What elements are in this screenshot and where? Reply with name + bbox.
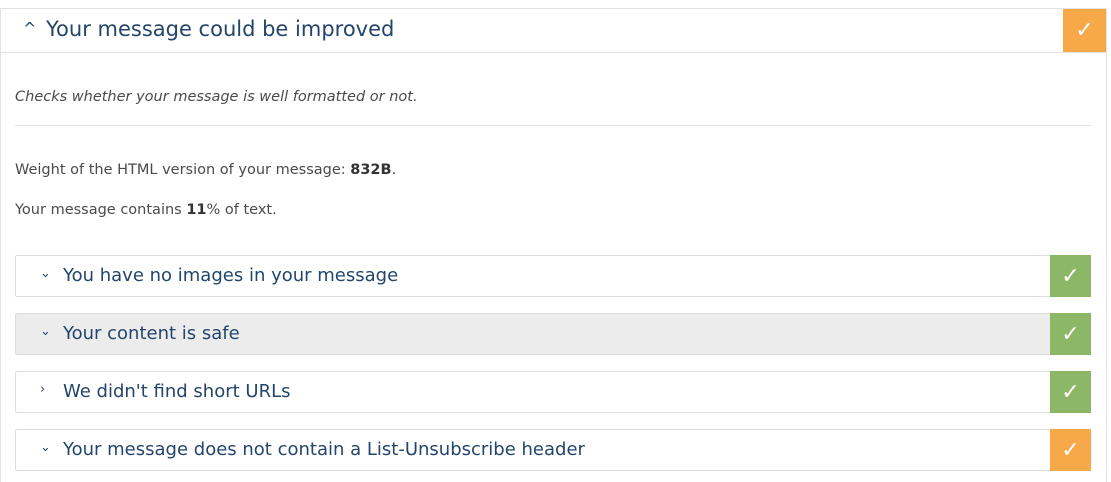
divider: [15, 125, 1091, 126]
check-row-short-urls[interactable]: › We didn't find short URLs ✓: [15, 371, 1091, 413]
chevron-up-icon[interactable]: ^: [23, 19, 36, 38]
checkmark-icon: ✓: [1061, 263, 1080, 289]
warning-status-badge: ✓: [1050, 429, 1091, 471]
chevron-down-icon[interactable]: ⌄: [40, 440, 51, 455]
check-row-list-unsubscribe[interactable]: ⌄ Your message does not contain a List-U…: [15, 429, 1091, 471]
check-row-images[interactable]: ⌄ You have no images in your message ✓: [15, 255, 1091, 297]
warning-status-badge: ✓: [1063, 9, 1106, 52]
success-status-badge: ✓: [1050, 255, 1091, 297]
panel-header[interactable]: ^ Your message could be improved ✓: [1, 9, 1106, 53]
success-status-badge: ✓: [1050, 313, 1091, 355]
check-row-content-safe[interactable]: ⌄ Your content is safe ✓: [15, 313, 1091, 355]
panel-description: Checks whether your message is well form…: [15, 89, 418, 105]
checkmark-icon: ✓: [1061, 321, 1080, 347]
html-weight-info: Weight of the HTML version of your messa…: [15, 162, 397, 178]
checkmark-icon: ✓: [1075, 18, 1094, 43]
html-weight-value: 832B: [350, 162, 392, 178]
check-label: Your content is safe: [63, 323, 240, 344]
checkmark-icon: ✓: [1061, 379, 1080, 405]
check-label: You have no images in your message: [63, 265, 399, 286]
check-label: We didn't find short URLs: [63, 381, 291, 402]
panel-title: Your message could be improved: [46, 17, 395, 41]
chevron-right-icon[interactable]: ›: [40, 382, 45, 397]
checks-panel: ^ Your message could be improved ✓ Check…: [0, 8, 1107, 482]
check-label: Your message does not contain a List-Uns…: [63, 439, 585, 460]
chevron-down-icon[interactable]: ⌄: [40, 266, 51, 281]
success-status-badge: ✓: [1050, 371, 1091, 413]
checkmark-icon: ✓: [1061, 437, 1080, 463]
text-ratio-value: 11: [186, 202, 207, 218]
text-ratio-info: Your message contains 11% of text.: [15, 202, 277, 218]
chevron-down-icon[interactable]: ⌄: [40, 324, 51, 339]
